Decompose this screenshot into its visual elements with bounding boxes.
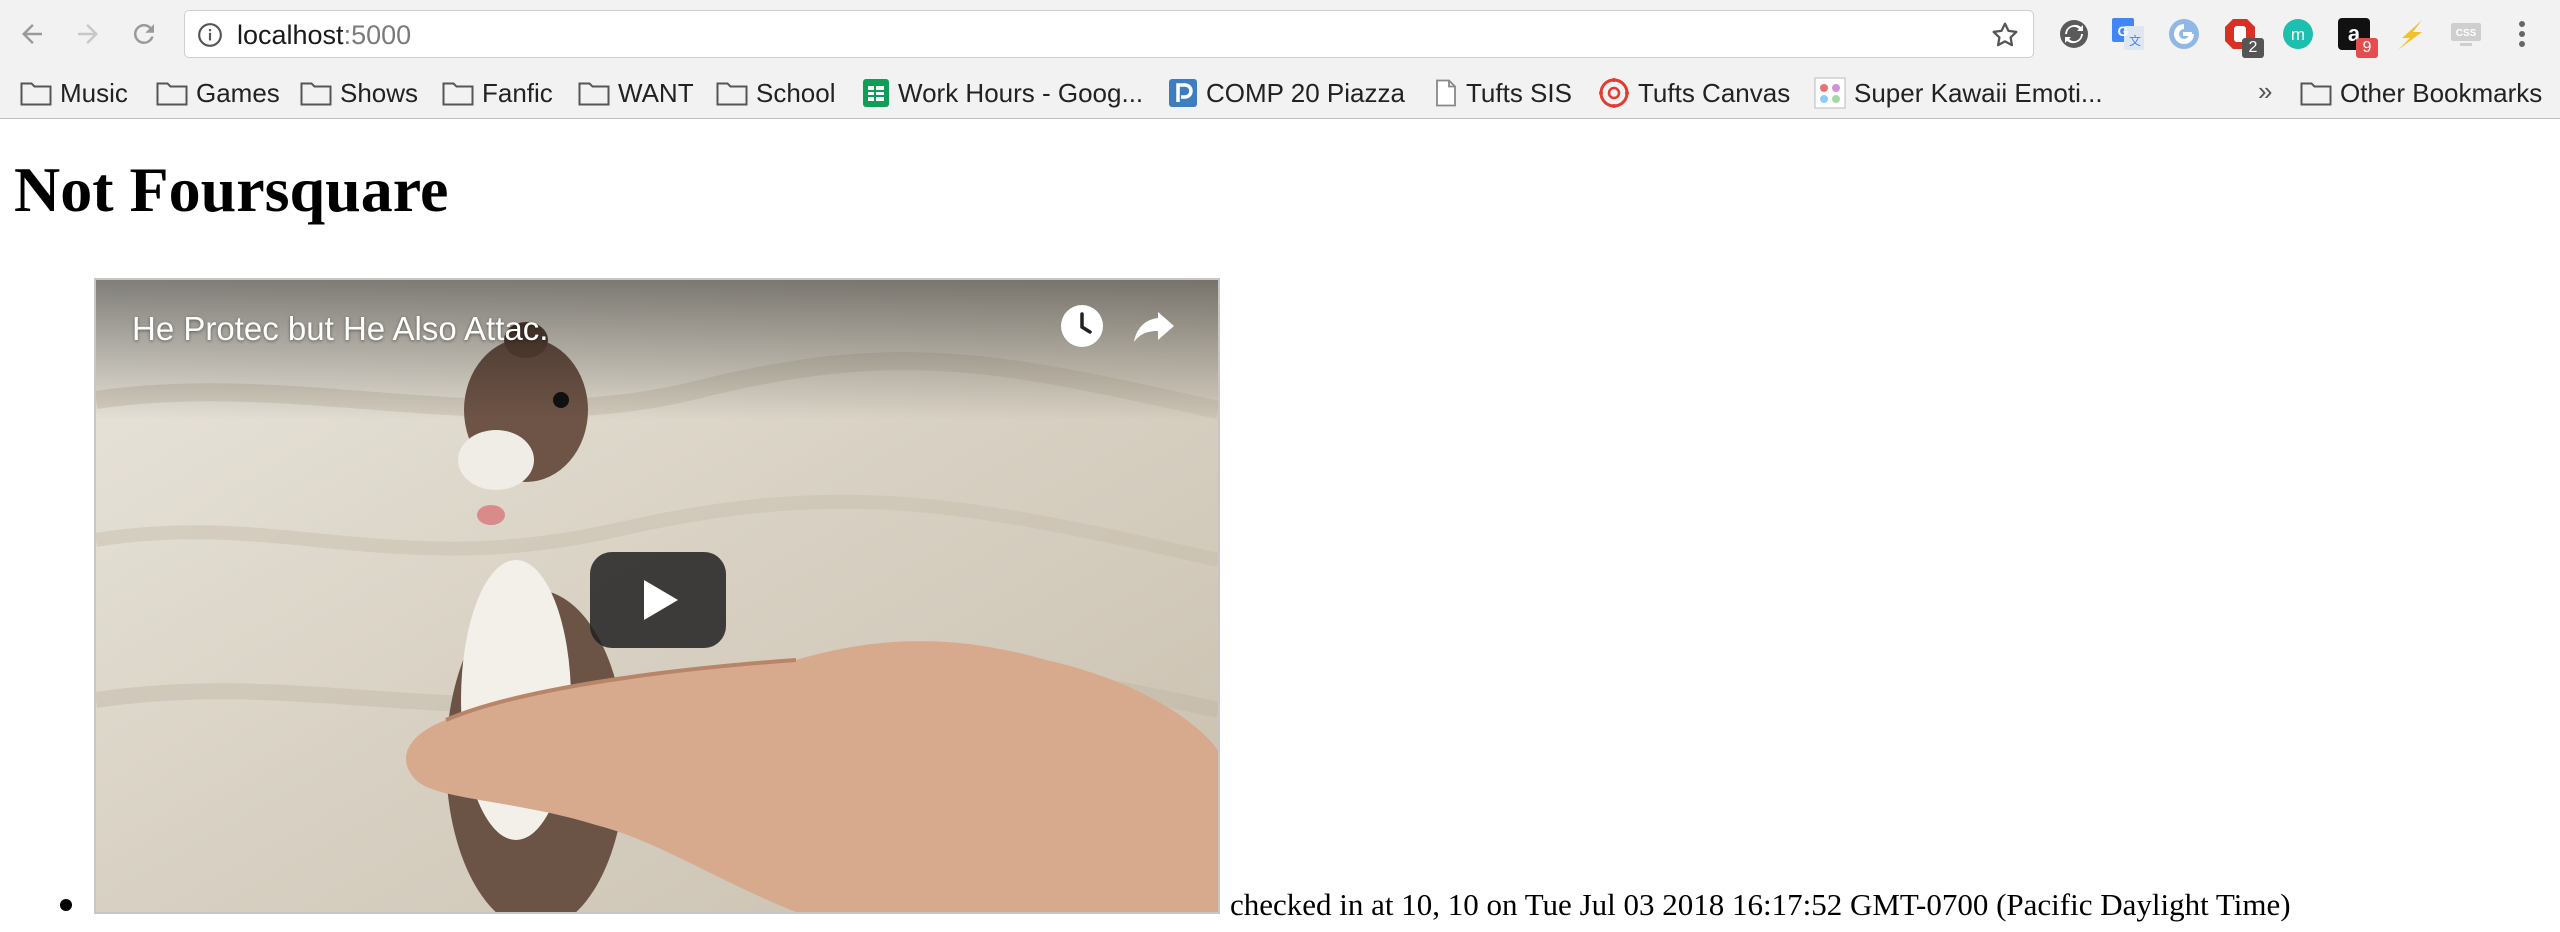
bookmark-label: Tufts Canvas (1638, 77, 1791, 108)
lightning-icon[interactable] (2392, 16, 2428, 52)
bookmark-label: WANT (618, 77, 694, 108)
kawaii-icon (1814, 77, 1846, 109)
bookmark-label: Games (196, 77, 280, 108)
folder-icon (716, 82, 748, 106)
url-host: localhost (237, 20, 344, 50)
folder-icon (20, 82, 52, 106)
bookmark-want[interactable]: WANT (578, 74, 694, 112)
folder-icon (442, 82, 474, 106)
bookmark-label: Super Kawaii Emoti... (1854, 77, 2103, 108)
checkin-text: checked in at 10, 10 on Tue Jul 03 2018 … (1230, 887, 2291, 922)
bookmark-comp20-piazza[interactable]: COMP 20 Piazza (1168, 74, 1405, 112)
video-title[interactable]: He Protec but He Also Attac. (132, 310, 548, 348)
back-button[interactable] (12, 14, 52, 54)
canvas-icon (1599, 78, 1629, 108)
bookmark-label: Music (60, 77, 128, 108)
bookmark-tufts-canvas[interactable]: Tufts Canvas (1598, 74, 1790, 112)
bookmark-label: COMP 20 Piazza (1206, 77, 1405, 108)
bookmark-other-bookmarks[interactable]: Other Bookmarks (2300, 74, 2542, 112)
svg-text:G: G (2118, 23, 2129, 39)
svg-text:m: m (2291, 25, 2305, 44)
amazon-icon[interactable]: a 9 (2336, 16, 2378, 58)
folder-icon (156, 82, 188, 106)
bookmark-label: Work Hours - Goog... (898, 77, 1144, 108)
mint-icon[interactable]: m (2280, 16, 2316, 52)
more-vertical-icon (2519, 21, 2525, 47)
reload-button[interactable] (124, 14, 164, 54)
back-arrow-icon (22, 24, 42, 44)
share-icon[interactable] (1128, 300, 1180, 352)
forward-arrow-icon (78, 24, 98, 44)
sync-icon[interactable] (2056, 16, 2092, 52)
bookmark-star-icon[interactable] (1989, 19, 2021, 51)
address-bar[interactable]: localhost:5000 (184, 10, 2034, 58)
folder-icon (578, 82, 610, 106)
watch-later-icon[interactable] (1056, 300, 1108, 352)
bookmark-label: Fanfic (482, 77, 553, 108)
grammarly-icon[interactable] (2166, 16, 2202, 52)
reload-icon (133, 23, 154, 44)
adblock-badge: 2 (2242, 38, 2264, 58)
bookmark-shows[interactable]: Shows (300, 74, 418, 112)
bookmark-tufts-sis[interactable]: Tufts SIS (1434, 74, 1572, 112)
folder-icon (2300, 82, 2332, 106)
bookmarks-overflow-chevron[interactable]: » (2258, 76, 2272, 107)
play-button[interactable] (590, 552, 726, 648)
bookmark-label: Other Bookmarks (2340, 77, 2543, 108)
browser-toolbar: localhost:5000 G文 2 m a 9 CSS (0, 0, 2560, 68)
bookmark-label: School (756, 77, 836, 108)
page-title: Not Foursquare (14, 154, 449, 225)
amazon-badge: 9 (2356, 38, 2378, 58)
list-bullet (60, 899, 72, 911)
bookmark-school[interactable]: School (716, 74, 836, 112)
piazza-icon (1169, 79, 1197, 107)
video-player[interactable]: He Protec but He Also Attac. (94, 278, 1220, 914)
url-port: :5000 (343, 20, 412, 50)
folder-icon (300, 82, 332, 106)
svg-text:CSS: CSS (2456, 28, 2477, 39)
browser-chrome: localhost:5000 G文 2 m a 9 CSS Music Game… (0, 0, 2560, 119)
bookmark-label: Tufts SIS (1466, 77, 1572, 108)
bookmark-work-hours[interactable]: Work Hours - Goog... (862, 74, 1143, 112)
bookmark-label: Shows (340, 77, 419, 108)
page-icon (1436, 79, 1456, 107)
bookmark-music[interactable]: Music (20, 74, 128, 112)
adblock-icon[interactable]: 2 (2222, 16, 2264, 58)
forward-button[interactable] (68, 14, 108, 54)
info-icon[interactable] (197, 22, 223, 48)
bookmark-fanfic[interactable]: Fanfic (442, 74, 553, 112)
google-translate-icon[interactable]: G文 (2110, 16, 2146, 52)
bookmark-super-kawaii[interactable]: Super Kawaii Emoti... (1814, 74, 2103, 112)
bookmark-games[interactable]: Games (156, 74, 280, 112)
url-text[interactable]: localhost:5000 (237, 20, 411, 50)
sheets-icon (863, 79, 889, 107)
bookmarks-bar: Music Games Shows Fanfic WANT School Wor… (0, 68, 2560, 118)
browser-menu-button[interactable] (2510, 16, 2534, 52)
svg-text:文: 文 (2129, 33, 2141, 48)
css-icon[interactable]: CSS (2448, 16, 2484, 52)
